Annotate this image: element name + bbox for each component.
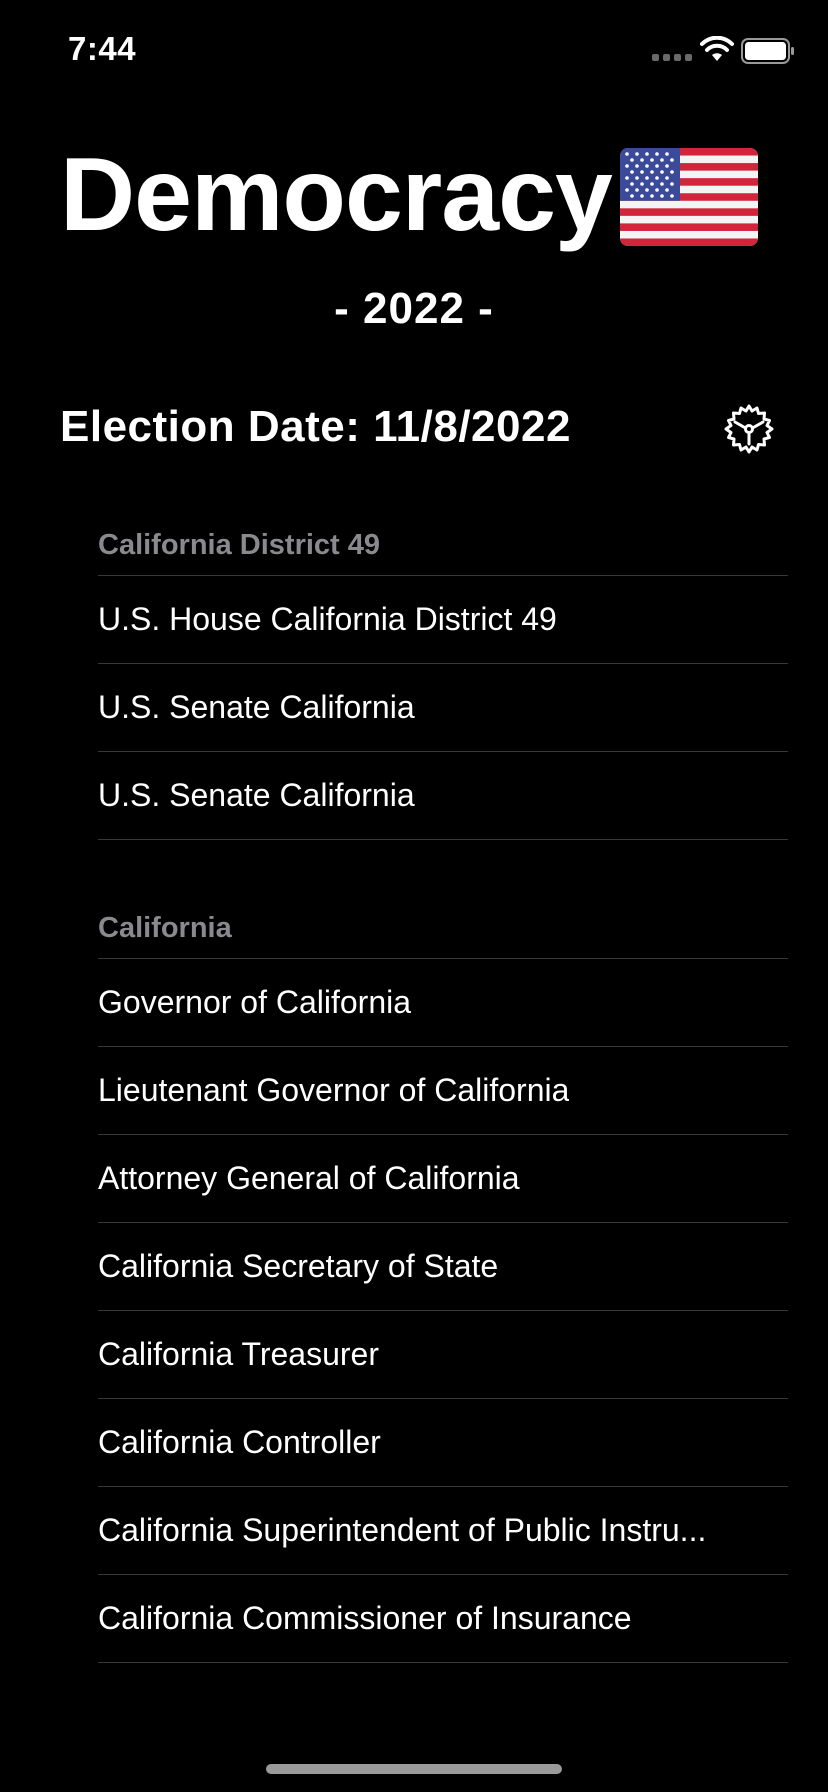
year-label: - 2022 -	[334, 284, 494, 333]
race-list-item-label: California Controller	[98, 1424, 381, 1460]
race-list-item[interactable]: California Secretary of State	[98, 1223, 788, 1311]
cellular-signal-icon	[652, 54, 692, 61]
status-bar: 7:44	[0, 0, 828, 100]
election-date-label: Election Date: 11/8/2022	[60, 402, 571, 451]
race-list-item-label: California Secretary of State	[98, 1248, 499, 1284]
race-list-item[interactable]: California Superintendent of Public Inst…	[98, 1487, 788, 1575]
race-list-item-label: California Commissioner of Insurance	[98, 1600, 632, 1636]
race-list-item[interactable]: U.S. Senate California	[98, 752, 788, 840]
race-list-item-label: Attorney General of California	[98, 1160, 520, 1196]
race-list-item-label: U.S. House California District 49	[98, 601, 557, 637]
race-list-item[interactable]: Governor of California	[98, 959, 788, 1047]
race-list-item-label: U.S. Senate California	[98, 689, 415, 725]
us-flag-icon	[620, 148, 758, 246]
race-list-item-label: U.S. Senate California	[98, 777, 415, 813]
race-list-item-label: Governor of California	[98, 984, 412, 1020]
race-list-item[interactable]: Lieutenant Governor of California	[98, 1047, 788, 1135]
race-list-item-label: California Treasurer	[98, 1336, 379, 1372]
app-title: Democracy	[60, 137, 613, 253]
race-list-item[interactable]: California Supreme Court	[98, 1663, 788, 1688]
status-time: 7:44	[68, 30, 137, 67]
race-list-item[interactable]: U.S. Senate California	[98, 664, 788, 752]
section-header: California District 49	[98, 520, 788, 576]
race-list-item-label: California Superintendent of Public Inst…	[98, 1512, 707, 1548]
battery-icon	[741, 38, 794, 64]
race-list-item[interactable]: Attorney General of California	[98, 1135, 788, 1223]
home-indicator	[266, 1764, 562, 1774]
app-screen: 7:44 Democracy - 2022 - Election Date: 1…	[0, 0, 828, 1792]
race-list-item-label: Lieutenant Governor of California	[98, 1072, 570, 1108]
race-list-item[interactable]: California Controller	[98, 1399, 788, 1487]
section-header: California	[98, 903, 788, 959]
race-list-item[interactable]: California Treasurer	[98, 1311, 788, 1399]
wifi-icon	[700, 36, 734, 61]
race-list[interactable]: California District 49 U.S. House Califor…	[98, 520, 788, 1688]
gear-icon[interactable]	[722, 402, 776, 456]
race-list-item[interactable]: U.S. House California District 49	[98, 576, 788, 664]
race-list-item[interactable]: California Commissioner of Insurance	[98, 1575, 788, 1663]
